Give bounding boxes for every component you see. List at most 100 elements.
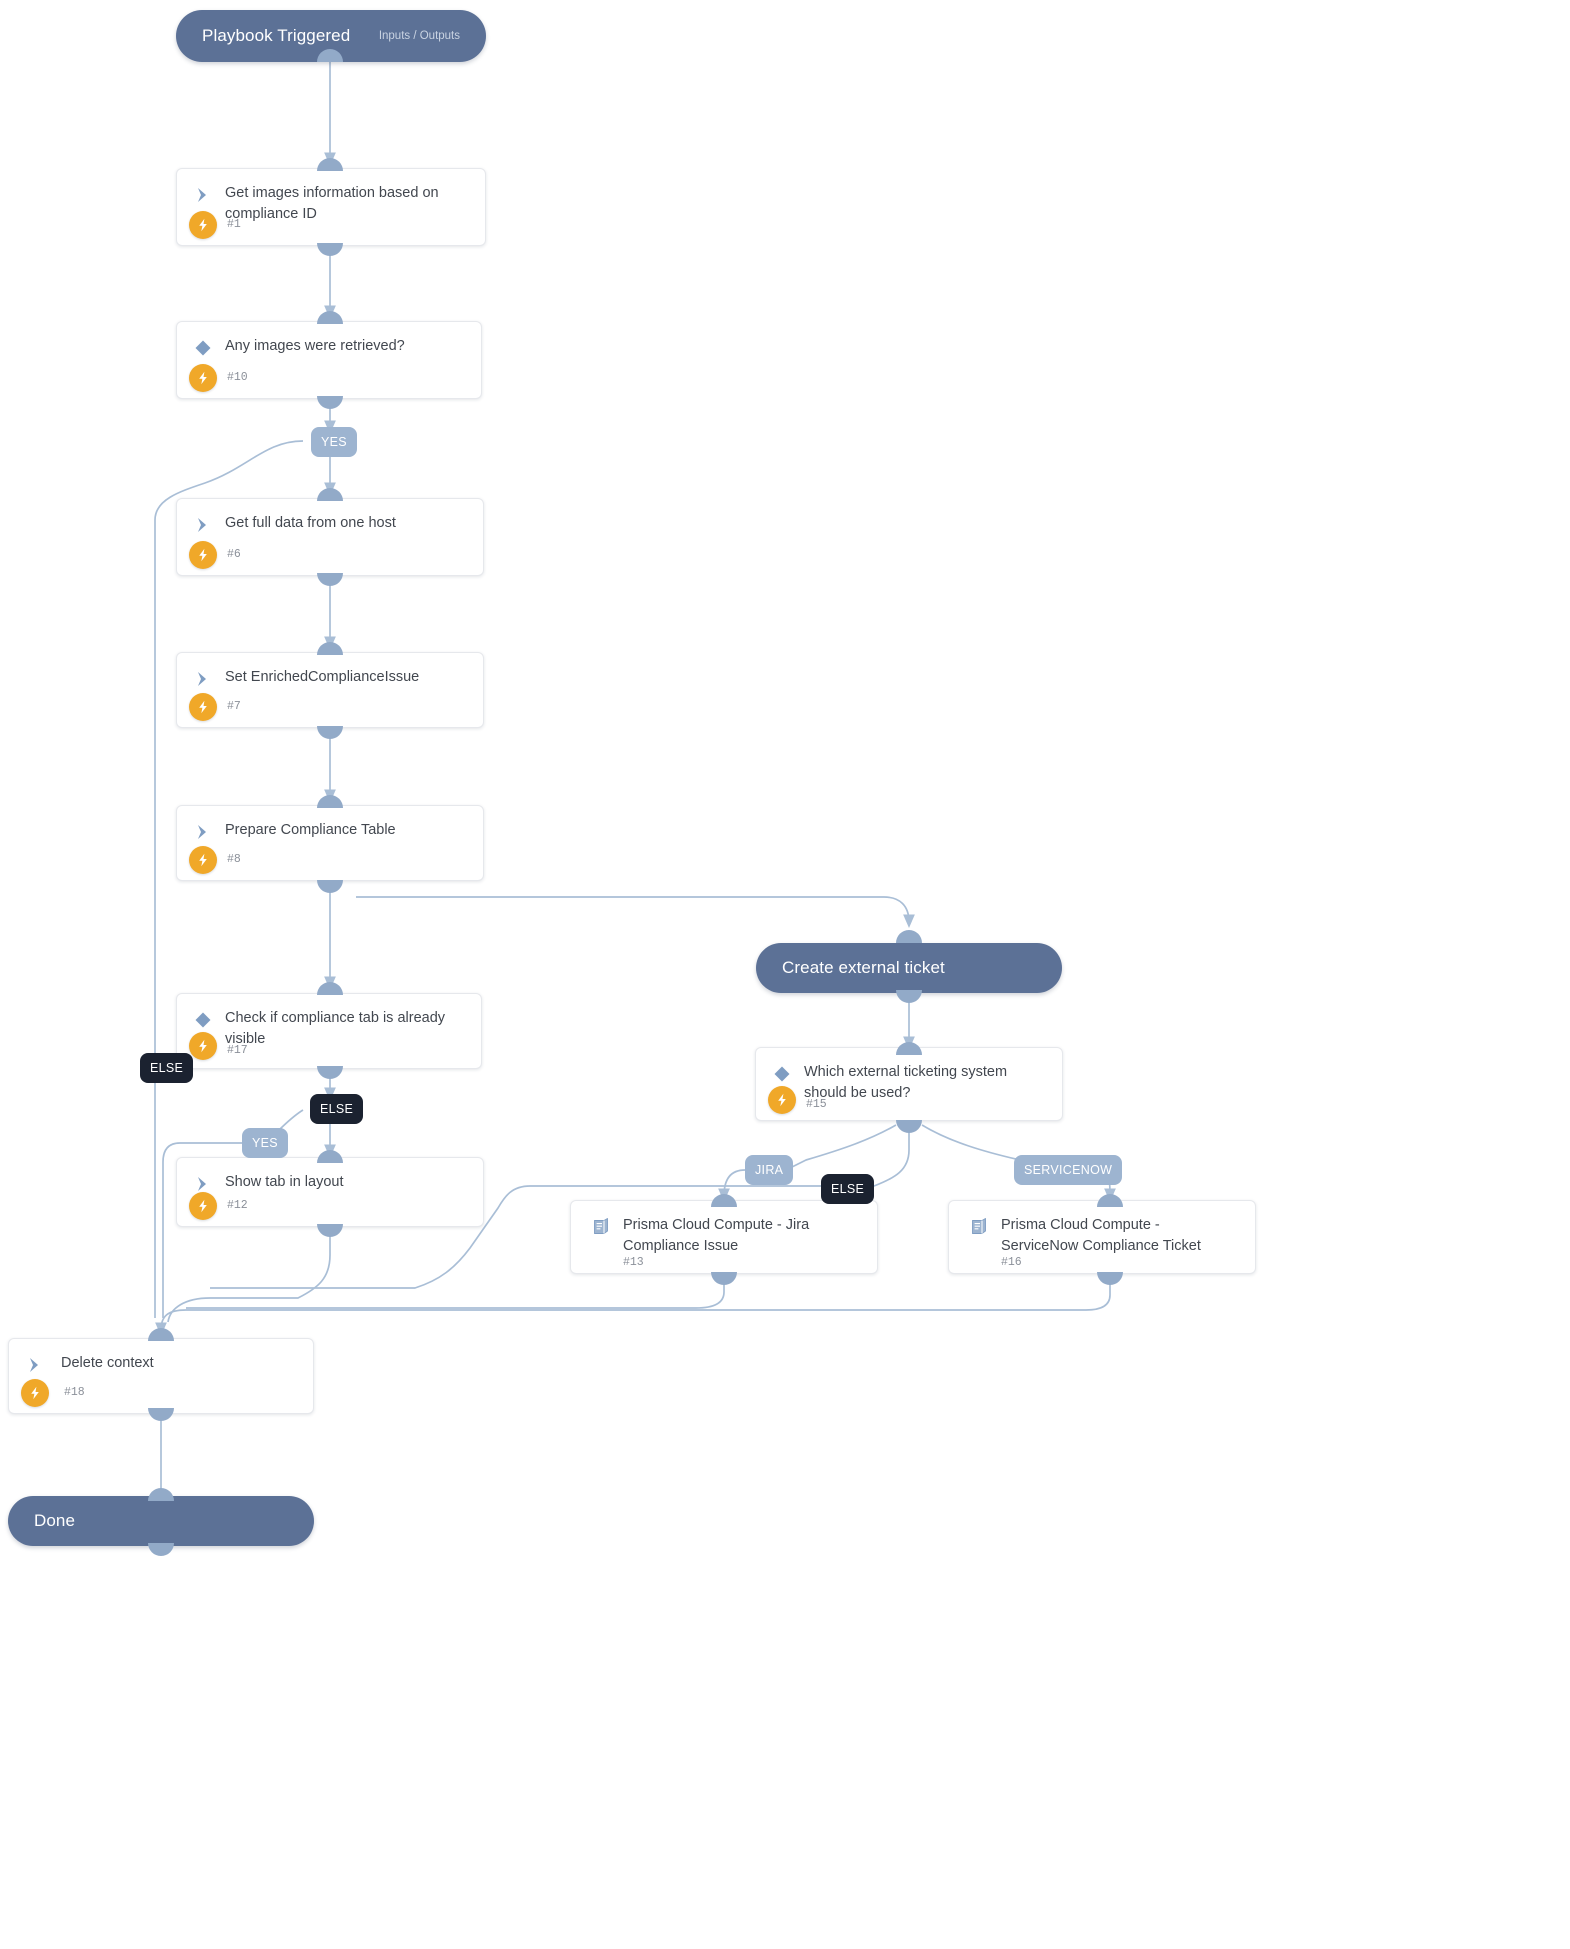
- diamond-icon: [191, 336, 215, 360]
- task-title: Any images were retrieved?: [225, 338, 405, 354]
- section-title: Done: [34, 1511, 76, 1530]
- lightning-icon: [21, 1379, 49, 1407]
- chevron-icon: [191, 667, 215, 691]
- port-out-8: [317, 880, 343, 893]
- port-in-1: [317, 158, 343, 171]
- port-in-16: [1097, 1194, 1123, 1207]
- port-out-18: [148, 1408, 174, 1421]
- task-title: Prisma Cloud Compute - Jira Compliance I…: [623, 1217, 810, 1254]
- task-card-1[interactable]: Get images information based on complian…: [176, 168, 486, 246]
- port-out-13: [711, 1272, 737, 1285]
- task-title: Check if compliance tab is already visib…: [225, 1010, 446, 1047]
- port-in-18: [148, 1328, 174, 1341]
- port-out-6: [317, 573, 343, 586]
- section-create-external-ticket[interactable]: Create external ticket: [756, 943, 1062, 993]
- task-number: #12: [227, 1199, 248, 1212]
- branch-text: JIRA: [755, 1163, 784, 1177]
- task-number: #15: [806, 1098, 827, 1111]
- task-card-18[interactable]: Delete context #18: [8, 1338, 314, 1414]
- task-card-12[interactable]: Show tab in layout #12: [176, 1157, 484, 1227]
- task-number: #16: [1001, 1256, 1022, 1269]
- lightning-icon: [189, 364, 217, 392]
- task-card-15[interactable]: Which external ticketing system should b…: [755, 1047, 1063, 1121]
- chevron-icon: [191, 513, 215, 537]
- port-out-done: [148, 1543, 174, 1556]
- task-card-6[interactable]: Get full data from one host #6: [176, 498, 484, 576]
- port-in-6: [317, 488, 343, 501]
- branch-label-jira[interactable]: JIRA: [745, 1155, 794, 1185]
- task-title: Show tab in layout: [225, 1174, 344, 1190]
- edge-jira-to-13: [718, 1169, 746, 1202]
- task-title: Get full data from one host: [225, 515, 396, 531]
- port-out-external: [896, 990, 922, 1003]
- task-title: Which external ticketing system should b…: [804, 1064, 1008, 1101]
- diamond-icon: [191, 1008, 215, 1032]
- lightning-icon: [189, 541, 217, 569]
- port-in-done: [148, 1488, 174, 1501]
- diamond-icon: [770, 1062, 794, 1086]
- task-card-10[interactable]: Any images were retrieved? #10: [176, 321, 482, 399]
- playbook-icon: [967, 1215, 991, 1239]
- section-title: Create external ticket: [782, 958, 945, 977]
- chevron-icon: [191, 820, 215, 844]
- branch-text: SERVICENOW: [1024, 1163, 1113, 1177]
- task-title: Prisma Cloud Compute - ServiceNow Compli…: [1001, 1217, 1201, 1254]
- port-in-17: [317, 982, 343, 995]
- port-out-16: [1097, 1272, 1123, 1285]
- chevron-icon: [191, 183, 215, 207]
- branch-label-yes-17[interactable]: YES: [242, 1128, 288, 1158]
- section-title: Playbook Triggered: [202, 26, 351, 45]
- branch-label-servicenow[interactable]: SERVICENOW: [1014, 1155, 1123, 1185]
- task-card-17[interactable]: Check if compliance tab is already visib…: [176, 993, 482, 1069]
- task-number: #8: [227, 853, 241, 866]
- port-out-17: [317, 1066, 343, 1079]
- edge-merge-to-18: [155, 1309, 187, 1336]
- task-number: #10: [227, 371, 248, 384]
- edge-15-else: [700, 1125, 910, 1187]
- lightning-icon: [189, 1192, 217, 1220]
- port-in-15: [896, 1042, 922, 1055]
- edge-12-merge: [167, 1229, 331, 1323]
- port-in-10: [317, 311, 343, 324]
- branch-text: YES: [321, 435, 347, 449]
- playbook-icon: [589, 1215, 613, 1239]
- edge-13-merge: [186, 1277, 725, 1309]
- branch-text: ELSE: [320, 1102, 354, 1116]
- lightning-icon: [768, 1086, 796, 1114]
- branch-label-else-15[interactable]: ELSE: [821, 1174, 875, 1204]
- lightning-icon: [189, 211, 217, 239]
- branch-text: YES: [252, 1136, 278, 1150]
- port-out-7: [317, 726, 343, 739]
- lightning-icon: [189, 693, 217, 721]
- port-out-15: [896, 1120, 922, 1133]
- branch-text: ELSE: [150, 1061, 184, 1075]
- port-out-12: [317, 1224, 343, 1237]
- task-card-16[interactable]: Prisma Cloud Compute - ServiceNow Compli…: [948, 1200, 1256, 1274]
- port-in-12: [317, 1150, 343, 1163]
- inputs-outputs-label[interactable]: Inputs / Outputs: [379, 30, 460, 42]
- port-in-external: [896, 930, 922, 943]
- lightning-icon: [189, 846, 217, 874]
- edge-15-to-jira: [789, 1124, 897, 1169]
- task-number: #1: [227, 218, 241, 231]
- branch-label-else-17[interactable]: ELSE: [310, 1094, 364, 1124]
- lightning-icon: [189, 1032, 217, 1060]
- task-number: #6: [227, 548, 241, 561]
- task-card-7[interactable]: Set EnrichedComplianceIssue #7: [176, 652, 484, 728]
- task-title: Get images information based on complian…: [225, 185, 439, 222]
- playbook-canvas: Playbook Triggered Inputs / Outputs Crea…: [0, 0, 1570, 1949]
- section-done[interactable]: Done: [8, 1496, 314, 1546]
- task-card-13[interactable]: Prisma Cloud Compute - Jira Compliance I…: [570, 1200, 878, 1274]
- task-number: #13: [623, 1256, 644, 1269]
- task-number: #18: [64, 1386, 85, 1399]
- edge-8-to-external: [356, 896, 915, 928]
- branch-label-else-10[interactable]: ELSE: [140, 1053, 194, 1083]
- port-in-13: [711, 1194, 737, 1207]
- branch-label-yes-10[interactable]: YES: [311, 427, 357, 457]
- task-number: #17: [227, 1044, 248, 1057]
- chevron-icon: [23, 1353, 47, 1377]
- port-out-10: [317, 396, 343, 409]
- task-card-8[interactable]: Prepare Compliance Table #8: [176, 805, 484, 881]
- task-number: #7: [227, 700, 241, 713]
- branch-text: ELSE: [831, 1182, 865, 1196]
